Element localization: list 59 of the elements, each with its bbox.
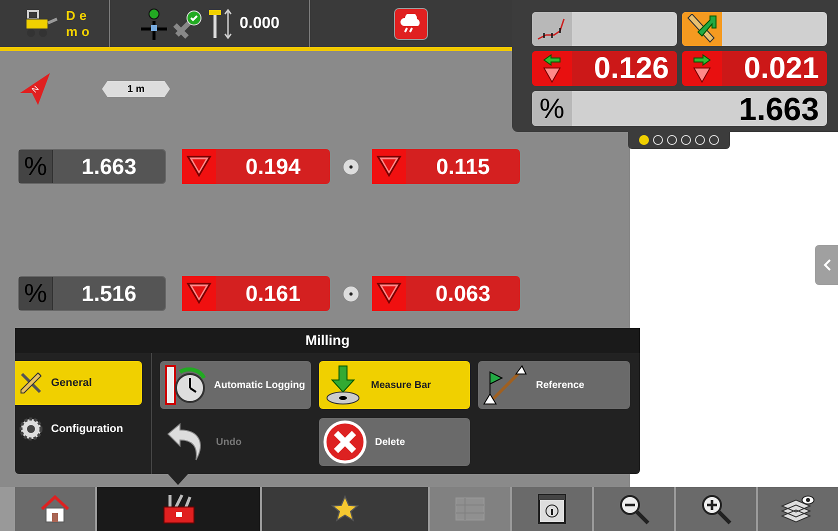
delete-x-icon bbox=[323, 420, 367, 464]
info-window-icon bbox=[538, 494, 566, 524]
toolbar-button[interactable] bbox=[758, 487, 838, 531]
chevron-left-icon bbox=[822, 259, 830, 271]
category-item[interactable]: General bbox=[15, 361, 142, 405]
gear-icon bbox=[19, 417, 43, 441]
toolbar-tab[interactable] bbox=[262, 487, 428, 531]
right-height-value: 0.063 bbox=[434, 280, 492, 308]
warning-triangle-icon bbox=[376, 155, 402, 178]
right-arrow-triangle-icon bbox=[692, 54, 712, 84]
list-grid-icon bbox=[455, 497, 485, 521]
machine-label: Demo bbox=[66, 8, 94, 40]
center-dot-icon bbox=[342, 158, 360, 176]
flag-stake-icon bbox=[482, 364, 528, 406]
weather-alert-button[interactable] bbox=[395, 8, 427, 38]
left-arrow-triangle-icon bbox=[542, 54, 562, 84]
side-panel-handle[interactable] bbox=[815, 245, 838, 285]
left-height-value: 0.194 bbox=[244, 153, 302, 181]
toolbar-tab[interactable] bbox=[15, 487, 95, 531]
star-icon bbox=[330, 494, 360, 524]
mode-tile[interactable] bbox=[682, 12, 827, 46]
gps-pin-icon bbox=[139, 6, 170, 40]
toolbar-tab[interactable] bbox=[97, 487, 260, 531]
warning-triangle-icon bbox=[186, 155, 212, 178]
slope-value: 1.663 bbox=[80, 153, 138, 181]
satellite-check-icon bbox=[173, 8, 204, 38]
slope-value: 1.516 bbox=[80, 280, 138, 308]
toolbar-button[interactable] bbox=[512, 487, 592, 531]
warning-triangle-icon bbox=[376, 282, 402, 305]
percent-label: % bbox=[19, 150, 53, 183]
slope-arrow-icon bbox=[686, 14, 718, 44]
warning-triangle-icon bbox=[186, 282, 212, 305]
clock-ruler-icon bbox=[164, 364, 206, 406]
mode-tile[interactable] bbox=[532, 12, 677, 46]
right-height-value: 0.021 bbox=[742, 51, 820, 86]
scale-label: 1 m bbox=[127, 82, 145, 96]
wrench-pencil-icon bbox=[19, 371, 43, 395]
left-height-value: 0.161 bbox=[244, 280, 302, 308]
toolbar-button[interactable] bbox=[676, 487, 756, 531]
zoom-in-icon bbox=[700, 493, 732, 525]
center-dot-icon bbox=[342, 284, 360, 302]
menu-action[interactable]: Automatic Logging bbox=[160, 361, 311, 409]
percent-label: % bbox=[19, 277, 53, 310]
milling-machine-icon bbox=[24, 8, 58, 38]
menu-action[interactable]: Reference bbox=[478, 361, 630, 409]
elevation-value: 0.000 bbox=[239, 14, 280, 34]
layers-eye-icon bbox=[780, 494, 816, 524]
toolbar-button[interactable] bbox=[594, 487, 674, 531]
right-height-value: 0.115 bbox=[435, 153, 491, 181]
toolbox-icon bbox=[162, 493, 196, 525]
percent-label: % bbox=[532, 91, 572, 126]
left-height-value: 0.126 bbox=[592, 51, 670, 86]
category-item[interactable]: Configuration bbox=[15, 411, 142, 447]
home-icon bbox=[40, 495, 70, 523]
zoom-out-icon bbox=[618, 493, 650, 525]
menu-action[interactable]: Measure Bar bbox=[319, 361, 470, 409]
slope-value: 1.663 bbox=[738, 91, 820, 126]
menu-action[interactable]: Delete bbox=[319, 418, 470, 466]
menu-title: Milling bbox=[305, 331, 350, 350]
